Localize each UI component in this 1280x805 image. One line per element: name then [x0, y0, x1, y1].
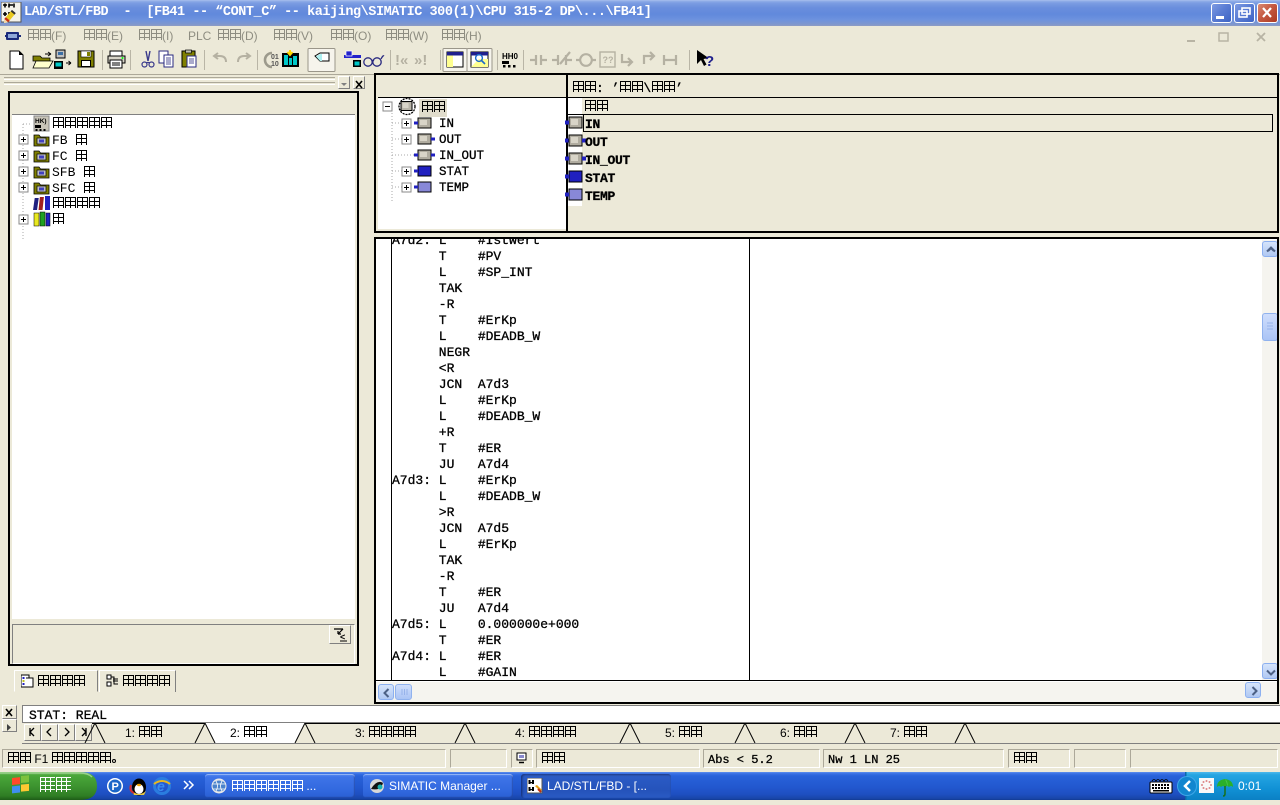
svg-text:!«: !«: [395, 52, 408, 69]
svg-text:»!: »!: [414, 52, 427, 69]
svg-text:P: P: [112, 781, 119, 793]
svg-text:10: 10: [271, 61, 279, 68]
svg-text:0:01: 0:01: [1238, 779, 1262, 793]
svg-text:HK): HK): [35, 118, 47, 125]
svg-text:?: ?: [705, 53, 714, 70]
svg-text:01: 01: [271, 54, 279, 61]
svg-text:HH0: HH0: [502, 52, 519, 61]
svg-text:??: ??: [603, 55, 614, 65]
